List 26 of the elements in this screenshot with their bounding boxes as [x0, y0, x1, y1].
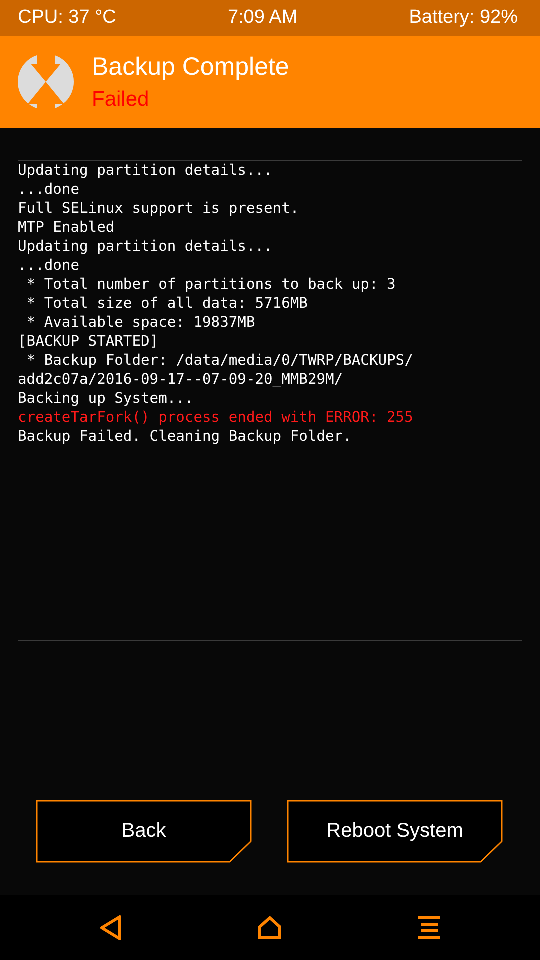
log-line: createTarFork() process ended with ERROR: 255 [18, 408, 414, 427]
logo-icon [18, 54, 74, 110]
header-title: Backup Complete [92, 52, 290, 82]
log-line: * Backup Folder: /data/media/0/TWRP/BACKUPS/ [26, 351, 414, 370]
battery-level: Battery: 92% [409, 7, 518, 29]
back-icon[interactable] [99, 914, 124, 940]
home-icon[interactable] [258, 916, 282, 940]
cpu-temperature: CPU: 37 °C [18, 7, 116, 29]
backup-status: Failed [92, 88, 150, 112]
log-line: Full SELinux support is present. [18, 199, 300, 218]
menu-icon[interactable] [416, 916, 441, 940]
log-line: * Total size of all data: 5716MB [26, 294, 309, 313]
action-button[interactable]: Reboot System [287, 800, 503, 863]
log-line: Backup Failed. Cleaning Backup Folder. [18, 427, 353, 446]
log-line: Updating partition details... [18, 237, 274, 256]
clock: 7:09 AM [228, 7, 298, 29]
log-line: Updating partition details... [18, 161, 274, 180]
log-line: [BACKUP STARTED] [18, 332, 160, 351]
log-line: * Available space: 19837MB [26, 313, 256, 332]
log-line: ...done [18, 256, 81, 275]
log-line: MTP Enabled [18, 218, 116, 237]
log-line: * Total number of partitions to back up: 3 [26, 275, 397, 294]
log-line: ...done [18, 180, 81, 199]
log-line: Backing up System... [18, 389, 195, 408]
action-button[interactable]: Back [36, 800, 252, 863]
log-line: add2c07a/2016-09-17--07-09-20_MMB29M/ [18, 370, 344, 389]
